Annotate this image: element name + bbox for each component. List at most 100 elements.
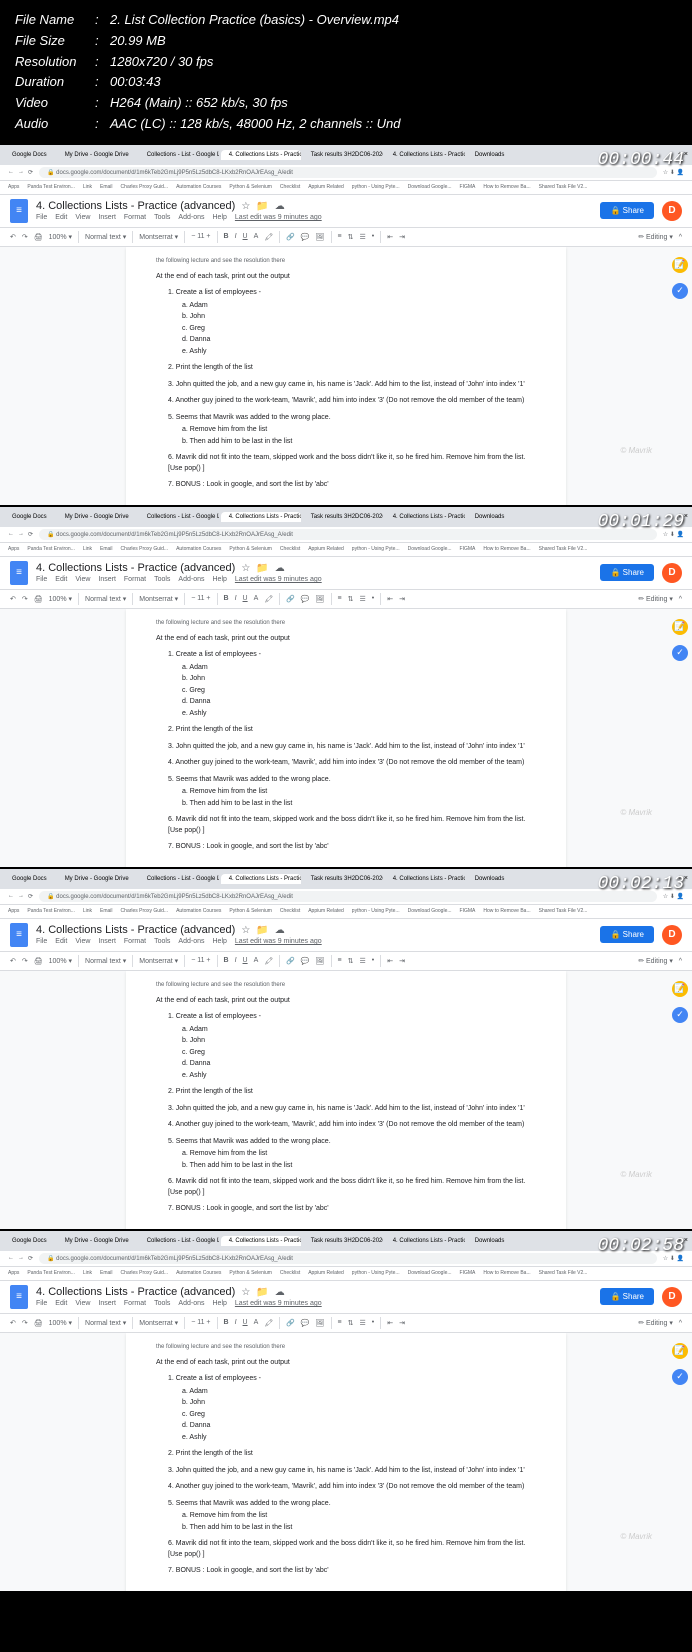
forward-icon[interactable]: → [18,531,24,538]
browser-tab[interactable]: Collections - List - Google D [139,512,219,522]
italic-icon[interactable]: I [235,595,237,602]
keep-icon[interactable]: 📝 [672,1343,688,1359]
bookmark-item[interactable]: Charles Proxy Guid... [121,1270,169,1276]
browser-tab[interactable]: 4. Collections Lists - Practice (ad [385,1236,465,1246]
browser-tab[interactable]: My Drive - Google Drive [57,874,137,884]
menu-item[interactable]: File [36,576,47,583]
menu-item[interactable]: View [75,576,90,583]
menu-item[interactable]: Insert [98,1300,116,1307]
user-avatar[interactable]: D [662,1287,682,1307]
reload-icon[interactable]: ⟳ [28,531,33,538]
redo-icon[interactable]: ↷ [22,957,28,965]
bookmark-item[interactable]: FIGMA [460,908,476,914]
line-spacing-icon[interactable]: ⇅ [348,957,354,965]
browser-tab[interactable]: 4. Collections Lists - Practice (ad [221,1236,301,1246]
text-color-icon[interactable]: A [254,595,259,602]
size-select[interactable]: − 11 + [191,595,210,602]
underline-icon[interactable]: U [243,595,248,602]
bookmark-item[interactable]: Apps [8,1270,19,1276]
image-icon[interactable]: 🖼 [316,595,325,603]
menu-item[interactable]: Edit [55,938,67,945]
bookmark-item[interactable]: Download Google... [408,546,452,552]
underline-icon[interactable]: U [243,957,248,964]
browser-tab[interactable]: 4. Collections Lists - Practice (ad [385,512,465,522]
style-select[interactable]: Normal text ▾ [85,1319,126,1327]
font-select[interactable]: Montserrat ▾ [139,595,178,603]
forward-icon[interactable]: → [18,169,24,176]
bookmark-item[interactable]: Download Google... [408,184,452,190]
bookmark-item[interactable]: Charles Proxy Guid... [121,546,169,552]
outdent-icon[interactable]: ⇥ [399,233,405,241]
user-avatar[interactable]: D [662,201,682,221]
forward-icon[interactable]: → [18,1255,24,1262]
cloud-icon[interactable]: ☁ [275,201,285,212]
keep-icon[interactable]: 📝 [672,257,688,273]
menu-item[interactable]: Format [124,938,146,945]
user-avatar[interactable]: D [662,925,682,945]
menu-item[interactable]: File [36,1300,47,1307]
share-button[interactable]: 🔒 Share [600,926,654,943]
browser-tab[interactable]: Task results 3H2DC06-202008 [303,150,383,160]
menu-item[interactable]: File [36,938,47,945]
user-avatar[interactable]: D [662,563,682,583]
style-select[interactable]: Normal text ▾ [85,957,126,965]
editing-mode[interactable]: ✏ Editing ▾ ^ [638,957,682,965]
bookmark-item[interactable]: Python & Selenium [229,1270,272,1276]
bookmark-item[interactable]: Python & Selenium [229,184,272,190]
url-field[interactable]: 🔒 docs.google.com/document/d/1m6kTeb2GmL… [39,1253,657,1264]
size-select[interactable]: − 11 + [191,1319,210,1326]
bookmark-item[interactable]: How to Remove Ba... [483,546,530,552]
menu-item[interactable]: Insert [98,576,116,583]
back-icon[interactable]: ← [8,531,14,538]
editing-mode[interactable]: ✏ Editing ▾ ^ [638,595,682,603]
redo-icon[interactable]: ↷ [22,595,28,603]
list-icon[interactable]: ☰ [359,233,365,241]
redo-icon[interactable]: ↷ [22,1319,28,1327]
doc-title[interactable]: 4. Collections Lists - Practice (advance… [36,1286,592,1298]
bookmark-item[interactable]: Checklist [280,908,300,914]
line-spacing-icon[interactable]: ⇅ [348,1319,354,1327]
bookmark-item[interactable]: Automation Courses [176,546,221,552]
menu-item[interactable]: Format [124,214,146,221]
bullet-icon[interactable]: • [372,595,374,602]
list-icon[interactable]: ☰ [359,957,365,965]
outdent-icon[interactable]: ⇥ [399,595,405,603]
menu-item[interactable]: Add-ons [178,576,204,583]
highlight-icon[interactable]: 🖍 [264,957,273,965]
zoom-select[interactable]: 100% ▾ [49,595,72,603]
editing-mode[interactable]: ✏ Editing ▾ ^ [638,233,682,241]
font-select[interactable]: Montserrat ▾ [139,957,178,965]
size-select[interactable]: − 11 + [191,957,210,964]
indent-icon[interactable]: ⇤ [387,957,393,965]
url-field[interactable]: 🔒 docs.google.com/document/d/1m6kTeb2GmL… [39,167,657,178]
tasks-icon[interactable]: ✓ [672,283,688,299]
bookmark-item[interactable]: Automation Courses [176,908,221,914]
browser-tab[interactable]: Collections - List - Google D [139,874,219,884]
italic-icon[interactable]: I [235,957,237,964]
bold-icon[interactable]: B [224,957,229,964]
menu-item[interactable]: Help [213,214,227,221]
print-icon[interactable]: 🖨 [34,1319,43,1327]
align-icon[interactable]: ≡ [338,233,342,240]
list-icon[interactable]: ☰ [359,595,365,603]
bookmark-item[interactable]: FIGMA [460,1270,476,1276]
undo-icon[interactable]: ↶ [10,233,16,241]
outdent-icon[interactable]: ⇥ [399,957,405,965]
font-select[interactable]: Montserrat ▾ [139,1319,178,1327]
bullet-icon[interactable]: • [372,957,374,964]
bookmark-item[interactable]: python - Using Pyte... [352,908,400,914]
address-bar[interactable]: ←→⟳ 🔒 docs.google.com/document/d/1m6kTeb… [0,889,692,905]
forward-icon[interactable]: → [18,893,24,900]
bookmark-item[interactable]: Checklist [280,184,300,190]
menu-item[interactable]: Help [213,938,227,945]
menu-item[interactable]: Edit [55,576,67,583]
url-field[interactable]: 🔒 docs.google.com/document/d/1m6kTeb2GmL… [39,529,657,540]
menu-item[interactable]: Format [124,576,146,583]
cloud-icon[interactable]: ☁ [275,1287,285,1298]
text-color-icon[interactable]: A [254,1319,259,1326]
bookmark-item[interactable]: How to Remove Ba... [483,908,530,914]
browser-tab[interactable]: Task results 3H2DC06-202008 [303,874,383,884]
share-button[interactable]: 🔒 Share [600,1288,654,1305]
bookmark-item[interactable]: Automation Courses [176,184,221,190]
align-icon[interactable]: ≡ [338,595,342,602]
